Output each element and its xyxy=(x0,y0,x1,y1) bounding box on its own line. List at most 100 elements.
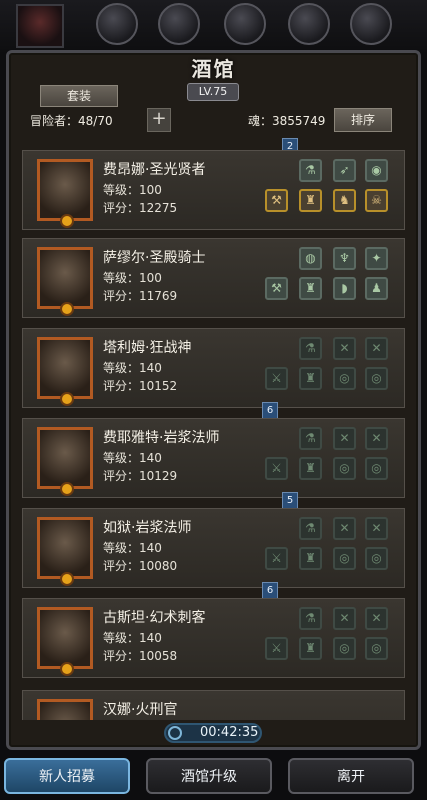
adventurer-count: 冒险者：48/70 xyxy=(30,114,113,128)
equipment-slot-icon[interactable]: ♜ xyxy=(299,457,322,480)
hero-name: 汉娜·火刑官 xyxy=(103,702,178,718)
equipment-slot-icon[interactable]: ✕ xyxy=(365,517,388,540)
equipment-slot-icon[interactable]: ✕ xyxy=(365,337,388,360)
hero-card-4[interactable]: 费耶雅特·岩浆法师 等级：140 评分：10129 ⚗ ✕ ✕ ⚔ ♜ ◎ ◎ xyxy=(22,418,405,498)
hero-level: 等级：140 xyxy=(103,631,162,645)
hero-name: 如狱·岩浆法师 xyxy=(103,520,192,536)
equipment-slot-icon[interactable]: ✕ xyxy=(333,427,356,450)
sun-icon xyxy=(60,302,74,316)
equipment-slot-icon[interactable]: ➶ xyxy=(333,159,356,182)
hero-level: 等级：140 xyxy=(103,361,162,375)
equipment-slot-icon[interactable]: ⚒ xyxy=(265,277,288,300)
sun-icon xyxy=(60,214,74,228)
top-menu-icon-2[interactable] xyxy=(158,3,200,45)
hero-card-2[interactable]: 萨缪尔·圣殿骑士 等级：100 评分：11769 ◍ ♆ ✦ ⚒ ♜ ◗ ♟ xyxy=(22,238,405,318)
hero-card-6[interactable]: 古斯坦·幻术刺客 等级：140 评分：10058 ⚗ ✕ ✕ ⚔ ♜ ◎ ◎ xyxy=(22,598,405,678)
leave-button[interactable]: 离开 xyxy=(288,758,414,794)
top-menu-icon-4[interactable] xyxy=(288,3,330,45)
sort-button[interactable]: 排序 xyxy=(334,108,392,132)
hero-card-5[interactable]: 如狱·岩浆法师 等级：140 评分：10080 ⚗ ✕ ✕ ⚔ ♜ ◎ ◎ xyxy=(22,508,405,588)
equipment-slot-icon[interactable]: ♟ xyxy=(365,277,388,300)
hero-level: 等级：140 xyxy=(103,541,162,555)
hero-name: 费昂娜·圣光贤者 xyxy=(103,162,206,178)
equipment-slot-icon[interactable]: ◎ xyxy=(333,367,356,390)
sun-icon xyxy=(60,662,74,676)
hero-name: 费耶雅特·岩浆法师 xyxy=(103,430,220,446)
top-menu-icon-3[interactable] xyxy=(224,3,266,45)
equipment-slot-icon[interactable]: ⚗ xyxy=(299,159,322,182)
upgrade-tavern-button[interactable]: 酒馆升级 xyxy=(146,758,272,794)
equipment-slot-icon[interactable]: ♜ xyxy=(299,637,322,660)
sun-icon xyxy=(60,572,74,586)
equipment-slot-icon[interactable]: ◎ xyxy=(333,457,356,480)
hero-badge: 6 xyxy=(262,402,278,419)
top-menu-icon-5[interactable] xyxy=(350,3,392,45)
equipment-slot-icon[interactable]: ⚔ xyxy=(265,367,288,390)
refresh-timer: 00:42:35 xyxy=(164,723,262,743)
equipment-slot-icon[interactable]: ♜ xyxy=(299,277,322,300)
equipment-slot-icon[interactable]: ⚒ xyxy=(265,189,288,212)
hero-card-3[interactable]: 塔利姆·狂战神 等级：140 评分：10152 ⚗ ✕ ✕ ⚔ ♜ ◎ ◎ xyxy=(22,328,405,408)
hero-portrait xyxy=(37,699,93,720)
hero-portrait xyxy=(37,517,93,586)
hero-name: 塔利姆·狂战神 xyxy=(103,340,192,356)
hero-badge: 6 xyxy=(262,582,278,599)
equipment-slot-icon[interactable]: ◗ xyxy=(333,277,356,300)
sun-icon xyxy=(60,392,74,406)
hero-name: 古斯坦·幻术刺客 xyxy=(103,610,206,626)
equipment-slot-icon[interactable]: ◎ xyxy=(365,367,388,390)
hero-name: 萨缪尔·圣殿骑士 xyxy=(103,250,206,266)
hero-portrait xyxy=(37,247,93,316)
equipment-slot-icon[interactable]: ☠ xyxy=(365,189,388,212)
hero-portrait xyxy=(37,427,93,496)
hero-portrait xyxy=(37,607,93,676)
hero-card-1[interactable]: 费昂娜·圣光贤者 等级：100 评分：12275 ⚗ ➶ ◉ ⚒ ♜ ♞ ☠ xyxy=(22,150,405,230)
equipment-slot-icon[interactable]: ⚔ xyxy=(265,547,288,570)
hero-level: 等级：100 xyxy=(103,271,162,285)
top-menu-icon-1[interactable] xyxy=(96,3,138,45)
equipment-slot-icon[interactable]: ⚔ xyxy=(265,637,288,660)
equipment-slot-icon[interactable]: ♆ xyxy=(333,247,356,270)
equipment-slot-icon[interactable]: ◉ xyxy=(365,159,388,182)
equipment-slot-icon[interactable]: ✕ xyxy=(333,517,356,540)
equipment-slot-icon[interactable]: ♞ xyxy=(333,189,356,212)
tavern-level: LV.75 xyxy=(187,83,239,101)
equipment-slot-icon[interactable]: ◎ xyxy=(333,547,356,570)
equipment-slot-icon[interactable]: ⚗ xyxy=(299,607,322,630)
equipment-slot-icon[interactable]: ♜ xyxy=(299,189,322,212)
recruit-button[interactable]: 新人招募 xyxy=(4,758,130,794)
equipment-slot-icon[interactable]: ✕ xyxy=(365,607,388,630)
hero-score: 评分：10129 xyxy=(103,469,178,483)
equipment-slot-icon[interactable]: ⚗ xyxy=(299,517,322,540)
equipment-slot-icon[interactable]: ◎ xyxy=(365,637,388,660)
equipment-slot-icon[interactable]: ✦ xyxy=(365,247,388,270)
hero-portrait xyxy=(37,337,93,406)
equipment-slot-icon[interactable]: ✕ xyxy=(333,607,356,630)
sun-icon xyxy=(60,482,74,496)
equipment-slot-icon[interactable]: ⚗ xyxy=(299,337,322,360)
equipment-slot-icon[interactable]: ♜ xyxy=(299,547,322,570)
add-slot-button[interactable]: + xyxy=(147,108,171,132)
hero-list[interactable]: 2 费昂娜·圣光贤者 等级：100 评分：12275 ⚗ ➶ ◉ ⚒ ♜ ♞ ☠… xyxy=(22,138,405,720)
equipment-slot-icon[interactable]: ✕ xyxy=(333,337,356,360)
outfit-button[interactable]: 套装 xyxy=(40,85,118,107)
hero-score: 评分：10058 xyxy=(103,649,178,663)
equipment-slot-icon[interactable]: ♜ xyxy=(299,367,322,390)
equipment-slot-icon[interactable]: ◎ xyxy=(365,547,388,570)
hero-card-7[interactable]: 汉娜·火刑官 xyxy=(22,690,405,720)
equipment-slot-icon[interactable]: ⚔ xyxy=(265,457,288,480)
equipment-slot-icon[interactable]: ◎ xyxy=(365,457,388,480)
equipment-slot-icon[interactable]: ◍ xyxy=(299,247,322,270)
timer-value: 00:42:35 xyxy=(200,725,259,740)
equipment-slot-icon[interactable]: ⚗ xyxy=(299,427,322,450)
hero-score: 评分：10080 xyxy=(103,559,178,573)
plus-icon: + xyxy=(151,108,167,129)
equipment-slot-icon[interactable]: ✕ xyxy=(365,427,388,450)
clock-icon xyxy=(168,726,182,740)
top-bar xyxy=(0,0,427,52)
equipment-slot-icon[interactable]: ◎ xyxy=(333,637,356,660)
hero-badge: 5 xyxy=(282,492,298,509)
hero-level: 等级：140 xyxy=(103,451,162,465)
hero-score: 评分：11769 xyxy=(103,289,178,303)
player-avatar[interactable] xyxy=(16,4,64,48)
